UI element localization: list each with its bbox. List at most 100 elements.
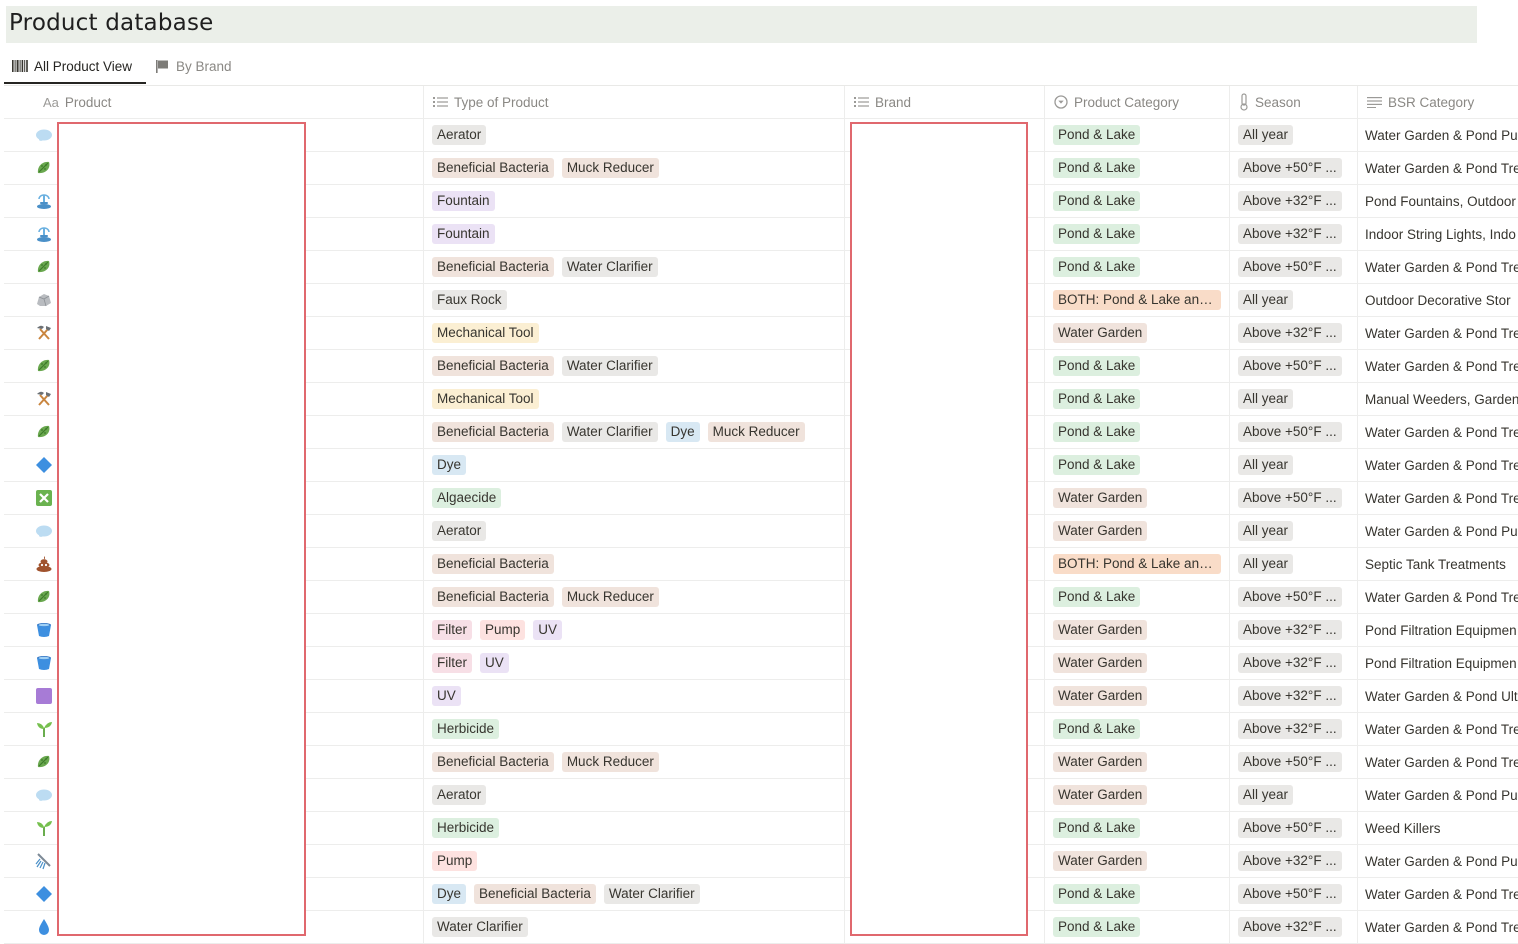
type-of-product-cell[interactable]: Beneficial Bacteria Muck Reducer — [424, 581, 845, 613]
type-of-product-cell[interactable]: UV — [424, 680, 845, 712]
season-cell[interactable]: Above +50°F ... — [1230, 482, 1358, 514]
season-cell[interactable]: Above +50°F ... — [1230, 152, 1358, 184]
bsr-category-cell[interactable]: Pond Filtration Equipmen — [1358, 614, 1518, 646]
season-cell[interactable]: All year — [1230, 284, 1358, 316]
bsr-category-cell[interactable]: Water Garden & Pond Tre — [1358, 878, 1518, 910]
season-cell[interactable]: Above +50°F ... — [1230, 350, 1358, 382]
bsr-category-cell[interactable]: Septic Tank Treatments — [1358, 548, 1518, 580]
season-cell[interactable]: All year — [1230, 515, 1358, 547]
season-cell[interactable]: All year — [1230, 449, 1358, 481]
type-of-product-cell[interactable]: Filter Pump UV — [424, 614, 845, 646]
type-of-product-cell[interactable]: Beneficial Bacteria Muck Reducer — [424, 746, 845, 778]
type-of-product-cell[interactable]: Mechanical Tool — [424, 383, 845, 415]
season-cell[interactable]: Above +32°F ... — [1230, 647, 1358, 679]
tab-by-brand[interactable]: By Brand — [155, 48, 232, 84]
product-category-cell[interactable]: Pond & Lake — [1045, 152, 1230, 184]
product-category-cell[interactable]: Water Garden — [1045, 746, 1230, 778]
type-of-product-cell[interactable]: Beneficial Bacteria Water Clarifier — [424, 251, 845, 283]
type-of-product-cell[interactable]: Fountain — [424, 218, 845, 250]
product-category-cell[interactable]: Pond & Lake — [1045, 416, 1230, 448]
type-of-product-cell[interactable]: Mechanical Tool — [424, 317, 845, 349]
product-category-cell[interactable]: Pond & Lake — [1045, 581, 1230, 613]
season-cell[interactable]: Above +32°F ... — [1230, 614, 1358, 646]
bsr-category-cell[interactable]: Pond Fountains, Outdoor — [1358, 185, 1518, 217]
product-category-cell[interactable]: Pond & Lake — [1045, 449, 1230, 481]
type-of-product-cell[interactable]: Aerator — [424, 119, 845, 151]
bsr-category-cell[interactable]: Pond Filtration Equipmen — [1358, 647, 1518, 679]
bsr-category-cell[interactable]: Water Garden & Pond Pu — [1358, 515, 1518, 547]
tab-all-product-view[interactable]: All Product View — [12, 48, 132, 84]
bsr-category-cell[interactable]: Water Garden & Pond Pu — [1358, 845, 1518, 877]
product-category-cell[interactable]: Water Garden — [1045, 482, 1230, 514]
season-cell[interactable]: Above +50°F ... — [1230, 746, 1358, 778]
bsr-category-cell[interactable]: Water Garden & Pond Tre — [1358, 449, 1518, 481]
product-category-cell[interactable]: Water Garden — [1045, 317, 1230, 349]
product-category-cell[interactable]: Pond & Lake — [1045, 350, 1230, 382]
season-cell[interactable]: All year — [1230, 779, 1358, 811]
product-category-cell[interactable]: Pond & Lake — [1045, 878, 1230, 910]
bsr-category-cell[interactable]: Manual Weeders, Garden — [1358, 383, 1518, 415]
column-header-bsr-category[interactable]: BSR Category — [1358, 86, 1518, 118]
season-cell[interactable]: Above +50°F ... — [1230, 251, 1358, 283]
bsr-category-cell[interactable]: Water Garden & Pond Tre — [1358, 416, 1518, 448]
type-of-product-cell[interactable]: Beneficial Bacteria Water Clarifier Dye Muc… — [424, 416, 845, 448]
bsr-category-cell[interactable]: Water Garden & Pond Ult — [1358, 680, 1518, 712]
product-category-cell[interactable]: Pond & Lake — [1045, 911, 1230, 943]
type-of-product-cell[interactable]: Algaecide — [424, 482, 845, 514]
bsr-category-cell[interactable]: Water Garden & Pond Tre — [1358, 581, 1518, 613]
bsr-category-cell[interactable]: Water Garden & Pond Tre — [1358, 152, 1518, 184]
product-category-cell[interactable]: Water Garden — [1045, 647, 1230, 679]
type-of-product-cell[interactable]: Herbicide — [424, 812, 845, 844]
type-of-product-cell[interactable]: Herbicide — [424, 713, 845, 745]
product-category-cell[interactable]: BOTH: Pond & Lake and... — [1045, 548, 1230, 580]
season-cell[interactable]: Above +32°F ... — [1230, 911, 1358, 943]
product-category-cell[interactable]: Water Garden — [1045, 515, 1230, 547]
bsr-category-cell[interactable]: Water Garden & Pond Tre — [1358, 317, 1518, 349]
season-cell[interactable]: Above +32°F ... — [1230, 713, 1358, 745]
season-cell[interactable]: Above +50°F ... — [1230, 878, 1358, 910]
bsr-category-cell[interactable]: Water Garden & Pond Tre — [1358, 911, 1518, 943]
product-category-cell[interactable]: Pond & Lake — [1045, 251, 1230, 283]
product-category-cell[interactable]: Pond & Lake — [1045, 218, 1230, 250]
type-of-product-cell[interactable]: Beneficial Bacteria Muck Reducer — [424, 152, 845, 184]
type-of-product-cell[interactable]: Water Clarifier — [424, 911, 845, 943]
type-of-product-cell[interactable]: Filter UV — [424, 647, 845, 679]
bsr-category-cell[interactable]: Water Garden & Pond Tre — [1358, 482, 1518, 514]
column-header-season[interactable]: Season — [1230, 86, 1358, 118]
product-category-cell[interactable]: Pond & Lake — [1045, 713, 1230, 745]
product-category-cell[interactable]: Pond & Lake — [1045, 383, 1230, 415]
bsr-category-cell[interactable]: Water Garden & Pond Tre — [1358, 746, 1518, 778]
type-of-product-cell[interactable]: Aerator — [424, 515, 845, 547]
season-cell[interactable]: Above +32°F ... — [1230, 218, 1358, 250]
bsr-category-cell[interactable]: Weed Killers — [1358, 812, 1518, 844]
type-of-product-cell[interactable]: Beneficial Bacteria Water Clarifier — [424, 350, 845, 382]
product-category-cell[interactable]: Water Garden — [1045, 779, 1230, 811]
season-cell[interactable]: All year — [1230, 548, 1358, 580]
season-cell[interactable]: Above +32°F ... — [1230, 845, 1358, 877]
product-category-cell[interactable]: Pond & Lake — [1045, 119, 1230, 151]
bsr-category-cell[interactable]: Outdoor Decorative Stor — [1358, 284, 1518, 316]
season-cell[interactable]: Above +32°F ... — [1230, 185, 1358, 217]
column-header-product[interactable]: Aa Product — [4, 86, 424, 118]
bsr-category-cell[interactable]: Water Garden & Pond Tre — [1358, 713, 1518, 745]
column-header-product-category[interactable]: Product Category — [1045, 86, 1230, 118]
bsr-category-cell[interactable]: Indoor String Lights, Indo — [1358, 218, 1518, 250]
season-cell[interactable]: All year — [1230, 383, 1358, 415]
product-category-cell[interactable]: Water Garden — [1045, 614, 1230, 646]
season-cell[interactable]: All year — [1230, 119, 1358, 151]
bsr-category-cell[interactable]: Water Garden & Pond Pu — [1358, 779, 1518, 811]
product-category-cell[interactable]: Water Garden — [1045, 680, 1230, 712]
column-header-brand[interactable]: Brand — [845, 86, 1045, 118]
bsr-category-cell[interactable]: Water Garden & Pond Pu — [1358, 119, 1518, 151]
season-cell[interactable]: Above +50°F ... — [1230, 812, 1358, 844]
type-of-product-cell[interactable]: Beneficial Bacteria — [424, 548, 845, 580]
type-of-product-cell[interactable]: Dye — [424, 449, 845, 481]
season-cell[interactable]: Above +50°F ... — [1230, 581, 1358, 613]
column-header-type-of-product[interactable]: Type of Product — [424, 86, 845, 118]
bsr-category-cell[interactable]: Water Garden & Pond Tre — [1358, 251, 1518, 283]
product-category-cell[interactable]: Water Garden — [1045, 845, 1230, 877]
type-of-product-cell[interactable]: Dye Beneficial Bacteria Water Clarifier — [424, 878, 845, 910]
bsr-category-cell[interactable]: Water Garden & Pond Tre — [1358, 350, 1518, 382]
season-cell[interactable]: Above +32°F ... — [1230, 317, 1358, 349]
season-cell[interactable]: Above +50°F ... — [1230, 416, 1358, 448]
